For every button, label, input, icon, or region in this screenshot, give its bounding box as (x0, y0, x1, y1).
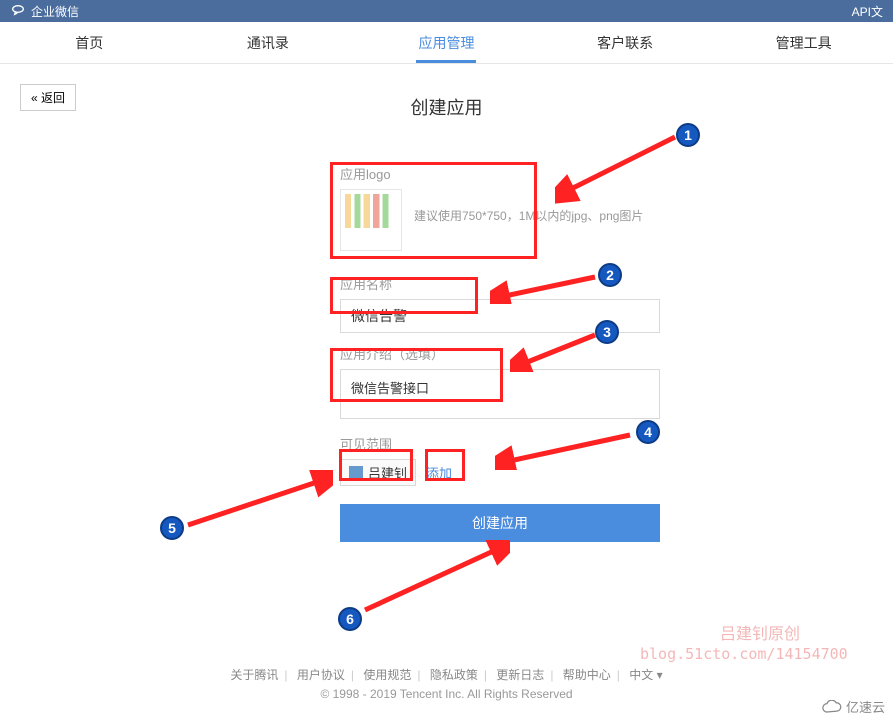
logo-label: 应用logo (340, 164, 670, 183)
footer-links: 关于腾讯| 用户协议| 使用规范| 隐私政策| 更新日志| 帮助中心| 中文 ▾ (0, 666, 893, 683)
badge-6: 6 (338, 607, 362, 631)
api-link[interactable]: API文 (852, 3, 883, 20)
badge-5: 5 (160, 516, 184, 540)
badge-1: 1 (676, 123, 700, 147)
badge-3: 3 (595, 320, 619, 344)
wework-logo-icon (10, 3, 26, 19)
logo-upload[interactable] (340, 189, 402, 251)
desc-label: 应用介绍（选填） (340, 344, 670, 363)
scope-label: 可见范围 (340, 434, 670, 453)
footer-lang[interactable]: 中文 ▾ (629, 668, 662, 682)
watermark-author: 吕建钊原创 (720, 620, 800, 644)
cloud-icon (822, 700, 842, 714)
cloud-logo: 亿速云 (822, 697, 885, 716)
footer-changelog[interactable]: 更新日志 (496, 668, 544, 682)
footer-privacy[interactable]: 隐私政策 (430, 668, 478, 682)
add-scope-link[interactable]: 添加 (426, 463, 452, 482)
content: « 返回 创建应用 应用logo 建议使用750*750，1M以内的jpg、pn… (0, 64, 893, 644)
app-desc-input[interactable] (340, 369, 660, 419)
desc-section: 应用介绍（选填） (340, 344, 670, 424)
footer-about[interactable]: 关于腾讯 (230, 668, 278, 682)
scope-section: 可见范围 吕建钊 添加 (340, 434, 670, 486)
top-bar: 企业微信 API文 (0, 0, 893, 22)
badge-4: 4 (636, 420, 660, 444)
page-title: 创建应用 (411, 94, 483, 120)
badge-2: 2 (598, 263, 622, 287)
name-section: 应用名称 (340, 274, 670, 333)
nav-customers[interactable]: 客户联系 (536, 22, 715, 63)
footer-help[interactable]: 帮助中心 (563, 668, 611, 682)
footer-terms[interactable]: 用户协议 (297, 668, 345, 682)
footer: 关于腾讯| 用户协议| 使用规范| 隐私政策| 更新日志| 帮助中心| 中文 ▾… (0, 666, 893, 701)
logo-hint: 建议使用750*750，1M以内的jpg、png图片 (414, 189, 643, 224)
watermark-url: blog.51cto.com/14154700 (640, 645, 848, 663)
back-button[interactable]: « 返回 (20, 84, 76, 111)
logo-section: 应用logo 建议使用750*750，1M以内的jpg、png图片 (340, 164, 670, 251)
scope-user-tag[interactable]: 吕建钊 (340, 459, 416, 486)
nav-contacts[interactable]: 通讯录 (179, 22, 358, 63)
create-app-button[interactable]: 创建应用 (340, 504, 660, 542)
nav-home[interactable]: 首页 (0, 22, 179, 63)
footer-rules[interactable]: 使用规范 (363, 668, 411, 682)
nav-apps[interactable]: 应用管理 (357, 22, 536, 63)
user-icon (349, 466, 363, 480)
footer-copyright: © 1998 - 2019 Tencent Inc. All Rights Re… (0, 687, 893, 701)
nav-bar: 首页 通讯录 应用管理 客户联系 管理工具 (0, 22, 893, 64)
scope-user-name: 吕建钊 (368, 463, 407, 482)
nav-tools[interactable]: 管理工具 (714, 22, 893, 63)
brand-text: 企业微信 (31, 3, 79, 20)
